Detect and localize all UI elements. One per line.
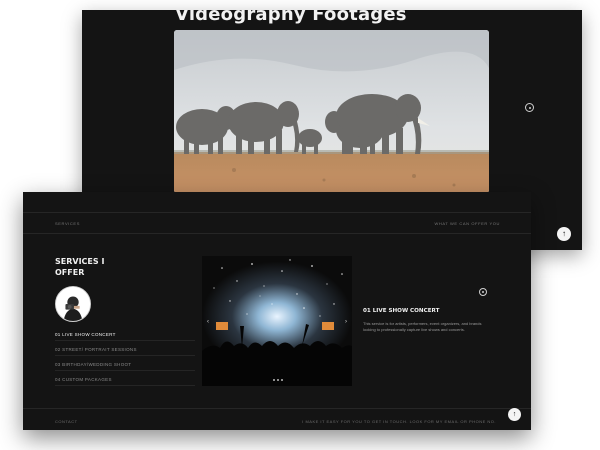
elephant-herd-photo bbox=[174, 30, 489, 193]
service-detail: 01 LIVE SHOW CONCERT This service is for… bbox=[363, 308, 493, 333]
service-item-street-portrait[interactable]: 02 STREET/ PORTRAIT SESSIONS bbox=[55, 341, 195, 356]
contact-tagline: I MAKE IT EASY FOR YOU TO GET IN TOUCH. … bbox=[302, 419, 496, 424]
slider-prev-button[interactable]: ‹ bbox=[205, 319, 211, 325]
circle-dot-icon[interactable] bbox=[479, 288, 487, 296]
scroll-to-top-button[interactable]: ↑ bbox=[508, 408, 521, 421]
service-item-birthday-wedding[interactable]: 03 BIRTHDAY/WEDDING SHOOT bbox=[55, 356, 195, 371]
slider-dot[interactable] bbox=[273, 379, 275, 381]
avatar bbox=[55, 286, 91, 322]
footer-bar: CONTACT I MAKE IT EASY FOR YOU TO GET IN… bbox=[23, 408, 531, 430]
service-list: 01 LIVE SHOW CONCERT 02 STREET/ PORTRAIT… bbox=[55, 326, 195, 386]
service-description: This service is for artists, performers,… bbox=[363, 321, 482, 332]
page-title: Videography Footages bbox=[175, 10, 407, 25]
contact-label[interactable]: CONTACT bbox=[55, 419, 78, 424]
service-title: 01 LIVE SHOW CONCERT bbox=[363, 308, 440, 314]
circle-dot-icon[interactable] bbox=[525, 103, 534, 112]
slider-dot[interactable] bbox=[277, 379, 279, 381]
scroll-to-top-button[interactable]: ↑ bbox=[557, 227, 571, 241]
concert-photo bbox=[202, 256, 352, 386]
slider-dot[interactable] bbox=[281, 379, 283, 381]
service-item-custom-packages[interactable]: 04 CUSTOM PACKAGES bbox=[55, 371, 195, 386]
service-item-live-show[interactable]: 01 LIVE SHOW CONCERT bbox=[55, 326, 195, 341]
services-page: SERVICES WHAT WE CAN OFFER YOU SERVICES … bbox=[23, 192, 531, 430]
section-label: SERVICES bbox=[55, 221, 80, 226]
section-header-bar: SERVICES WHAT WE CAN OFFER YOU bbox=[23, 212, 531, 234]
slider-dots bbox=[273, 379, 283, 382]
services-heading: SERVICES I OFFER bbox=[55, 257, 105, 277]
section-tagline: WHAT WE CAN OFFER YOU bbox=[434, 221, 500, 226]
slider-next-button[interactable]: › bbox=[343, 319, 349, 325]
